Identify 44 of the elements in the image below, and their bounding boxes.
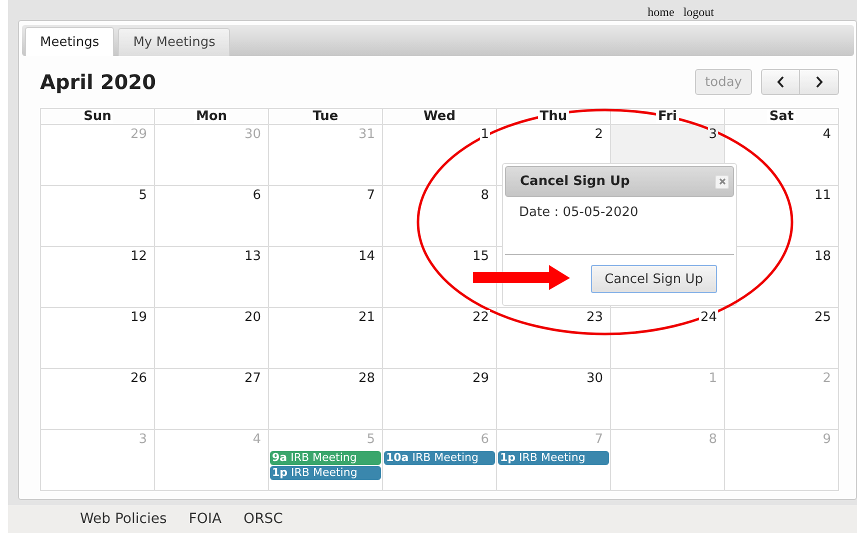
day-cell[interactable]: 19 [41,308,155,369]
day-cell[interactable]: 29 [383,369,497,430]
day-cell[interactable]: 8 [383,186,497,247]
tab[interactable]: My Meetings [118,28,230,56]
next-button[interactable] [800,69,839,95]
day-cell[interactable]: 28 [269,369,383,430]
footer-link[interactable]: ORSC [244,511,283,527]
day-cell[interactable]: 24 [611,308,725,369]
tab[interactable]: Meetings [25,27,114,56]
footer-link[interactable]: FOIA [188,511,222,527]
cancel-sign-up-button[interactable]: Cancel Sign Up [590,265,717,293]
day-cell[interactable]: 7 [269,186,383,247]
month-title: April 2020 [40,70,156,94]
day-cell[interactable]: 30 [497,369,611,430]
event-chip[interactable]: 1p IRB Meeting [270,466,381,480]
event-chip[interactable]: 10a IRB Meeting [384,451,495,465]
day-cell[interactable]: 5 [41,186,155,247]
day-cell[interactable]: 6 [155,186,269,247]
chevron-right-icon [815,76,823,88]
day-cell[interactable]: 7 1p IRB Meeting [497,430,611,491]
day-cell[interactable]: 15 [383,247,497,308]
day-cell[interactable]: 22 [383,308,497,369]
day-cell[interactable]: 6 10a IRB Meeting [383,430,497,491]
day-cell[interactable]: 27 [155,369,269,430]
day-cell[interactable]: 26 [41,369,155,430]
day-cell[interactable]: 1 [383,125,497,186]
day-cell[interactable]: 14 [269,247,383,308]
day-cell[interactable]: 20 [155,308,269,369]
nav-link[interactable]: logout [683,4,714,20]
footer-link[interactable]: Web Policies [80,511,167,527]
day-cell[interactable]: 5 9a IRB Meeting 1p IRB Meeting [269,430,383,491]
day-cell[interactable]: 12 [41,247,155,308]
day-cell[interactable]: 25 [725,308,839,369]
event-chip[interactable]: 1p IRB Meeting [498,451,609,465]
day-cell[interactable]: 13 [155,247,269,308]
close-button[interactable] [715,174,729,188]
day-cell[interactable]: 23 [497,308,611,369]
chevron-left-icon [776,76,784,88]
date-text: Date : 05-05-2020 [519,205,638,220]
day-cell[interactable]: 21 [269,308,383,369]
close-icon [718,178,726,185]
nav-link[interactable]: home [648,4,674,20]
arrow-icon [473,265,570,290]
previous-button[interactable] [761,69,800,95]
